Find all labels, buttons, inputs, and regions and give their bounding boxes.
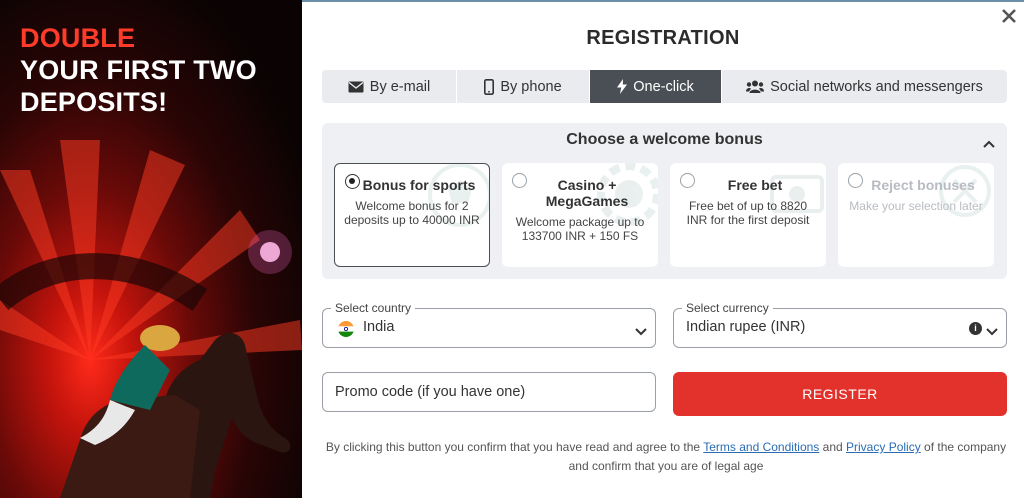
lightning-icon bbox=[617, 79, 628, 94]
bonus-option-reject[interactable]: Reject bonuses Make your selection later bbox=[838, 163, 994, 267]
bonus-desc-reject: Make your selection later bbox=[849, 199, 983, 213]
registration-tabs: By e-mail By phone One-click Social netw… bbox=[322, 70, 1007, 103]
tab-one-click-label: One-click bbox=[633, 78, 694, 95]
welcome-bonus-heading: Choose a welcome bonus bbox=[566, 131, 763, 148]
chevron-up-icon[interactable] bbox=[983, 135, 995, 148]
envelope-icon bbox=[348, 81, 364, 93]
bonus-title-free-bet: Free bet bbox=[727, 177, 783, 193]
dialog-title: REGISTRATION bbox=[586, 27, 740, 49]
phone-icon bbox=[484, 78, 495, 95]
currency-select[interactable]: Select currency Indian rupee (INR) i bbox=[673, 301, 1007, 348]
legal-text-and: and bbox=[822, 440, 843, 454]
bonus-title-sports: Bonus for sports bbox=[362, 177, 476, 193]
chevron-down-icon bbox=[635, 323, 647, 341]
bonus-desc-casino: Welcome package up to 133700 INR + 150 F… bbox=[515, 215, 645, 243]
register-button[interactable]: REGISTER bbox=[673, 372, 1007, 416]
welcome-bonus-section: Choose a welcome bonus Bonus for sports … bbox=[322, 123, 1007, 279]
promo-headline-accent: DOUBLE bbox=[20, 23, 136, 53]
privacy-policy-link[interactable]: Privacy Policy bbox=[846, 440, 921, 454]
tab-phone-label: By phone bbox=[500, 78, 562, 95]
tab-email[interactable]: By e-mail bbox=[322, 70, 457, 103]
bonus-option-casino[interactable]: Casino + MegaGames Welcome package up to… bbox=[502, 163, 658, 267]
promo-headline-line3: DEPOSITS! bbox=[20, 87, 168, 117]
legal-notice: By clicking this button you confirm that… bbox=[316, 438, 1016, 476]
registration-panel: REGISTRATION By e-mail By phone One-clic… bbox=[302, 0, 1024, 498]
bonus-options: Bonus for sports Welcome bonus for 2 dep… bbox=[334, 163, 994, 267]
tab-social[interactable]: Social networks and messengers bbox=[722, 70, 1007, 103]
reject-x-icon bbox=[939, 165, 991, 217]
tab-social-label: Social networks and messengers bbox=[770, 78, 983, 95]
terms-link[interactable]: Terms and Conditions bbox=[703, 440, 819, 454]
bonus-option-free-bet[interactable]: Free bet Free bet of up to 8820 INR for … bbox=[670, 163, 826, 267]
bonus-desc-sports: Welcome bonus for 2 deposits up to 40000… bbox=[344, 199, 480, 227]
top-strip bbox=[302, 0, 1024, 2]
bonus-option-sports[interactable]: Bonus for sports Welcome bonus for 2 dep… bbox=[334, 163, 490, 267]
promo-banner: DOUBLE YOUR FIRST TWO DEPOSITS! bbox=[0, 0, 302, 498]
close-icon[interactable] bbox=[998, 6, 1020, 28]
tab-phone[interactable]: By phone bbox=[457, 70, 590, 103]
currency-select-label: Select currency bbox=[682, 301, 773, 315]
bonus-title-casino: Casino + MegaGames bbox=[545, 177, 629, 209]
country-select[interactable]: Select country India bbox=[322, 301, 656, 348]
tab-email-label: By e-mail bbox=[369, 78, 431, 95]
promo-headline-line2: YOUR FIRST TWO bbox=[20, 55, 257, 85]
users-icon bbox=[746, 80, 765, 93]
promo-code-input[interactable] bbox=[322, 372, 656, 412]
currency-select-value: Indian rupee (INR) bbox=[686, 319, 806, 335]
info-icon[interactable]: i bbox=[969, 322, 982, 335]
chevron-down-icon bbox=[986, 323, 998, 341]
india-flag-icon bbox=[338, 321, 354, 337]
country-select-value: India bbox=[363, 319, 395, 335]
country-select-label: Select country bbox=[331, 301, 416, 315]
promo-headline: DOUBLE YOUR FIRST TWO DEPOSITS! bbox=[20, 22, 257, 118]
bonus-title-reject: Reject bonuses bbox=[871, 177, 975, 193]
legal-text-part1: By clicking this button you confirm that… bbox=[325, 440, 701, 454]
tab-one-click[interactable]: One-click bbox=[590, 70, 722, 103]
bonus-desc-free-bet: Free bet of up to 8820 INR for the first… bbox=[686, 199, 810, 227]
